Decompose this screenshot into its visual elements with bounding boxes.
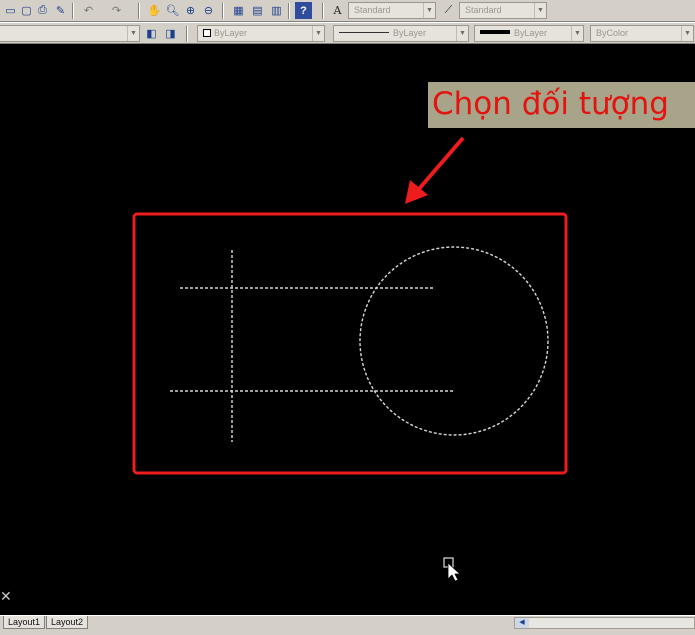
- properties-icon[interactable]: ▦: [230, 2, 247, 19]
- plot-style-control-select[interactable]: ByColor ▼: [590, 25, 694, 42]
- ucs-icon: ✕: [0, 588, 12, 604]
- tab-label: Layout1: [8, 617, 41, 627]
- tab-label: Layout2: [51, 617, 84, 627]
- tab-layout2[interactable]: Layout2: [46, 616, 89, 629]
- text-style-value: Standard: [354, 5, 391, 15]
- dimension-style-select[interactable]: Standard ▼: [459, 2, 547, 19]
- chevron-down-icon: ▼: [127, 26, 139, 41]
- toolbar-separator: [322, 3, 324, 19]
- toolbar-separator: [222, 3, 224, 19]
- make-object-layer-current-icon[interactable]: ◧: [143, 25, 160, 42]
- save-icon[interactable]: ▢: [18, 2, 35, 19]
- zoom-window-icon[interactable]: ⊕: [182, 2, 199, 19]
- drawing-area[interactable]: [0, 44, 695, 615]
- lineweight-preview-icon: [480, 30, 510, 34]
- dimension-style-icon[interactable]: ⟋: [440, 2, 457, 19]
- red-arrow-icon: [405, 136, 465, 204]
- standard-toolbar: ▭ ▢ ⎙ ✎ ↶ ↷ ✋ 🔍︎ ⊕ ⊖ ▦ ▤ ▥ ? A Standard …: [0, 0, 695, 22]
- selected-circle[interactable]: [359, 246, 549, 436]
- scroll-left-icon[interactable]: ◀: [515, 618, 529, 628]
- layer-select[interactable]: ▼: [0, 25, 140, 42]
- chevron-down-icon: ▼: [571, 26, 583, 41]
- chevron-down-icon: ▼: [456, 26, 468, 41]
- lineweight-value: ByLayer: [514, 28, 548, 38]
- linetype-control-select[interactable]: ByLayer ▼: [333, 25, 469, 42]
- toolbar-separator: [72, 3, 74, 19]
- zoom-realtime-icon[interactable]: 🔍︎: [164, 2, 181, 19]
- design-center-icon[interactable]: ▤: [249, 2, 266, 19]
- toolbar-separator: [288, 3, 290, 19]
- callout-text: Chọn đối tượng: [432, 86, 669, 122]
- pan-realtime-icon[interactable]: ✋: [146, 2, 163, 19]
- help-icon[interactable]: ?: [295, 2, 312, 19]
- print-icon[interactable]: ⎙: [34, 2, 51, 19]
- properties-toolbar: ▼ ◧ ◨ ByLayer ▼ ByLayer ▼ ByLayer ▼ ByCo…: [0, 22, 695, 44]
- layer-previous-icon[interactable]: ◨: [162, 25, 179, 42]
- chevron-down-icon: ▼: [534, 3, 546, 18]
- toolbar-separator: [138, 3, 140, 19]
- white-swatch-icon: [203, 29, 211, 37]
- selection-highlight-rectangle: [132, 212, 568, 475]
- layout-tab-strip: Layout1 Layout2 ◀: [0, 615, 695, 635]
- undo-icon[interactable]: ↶: [80, 2, 97, 19]
- chevron-down-icon: ▼: [423, 3, 435, 18]
- text-style-icon[interactable]: A: [329, 2, 346, 19]
- toolbar-separator: [186, 26, 188, 42]
- pickbox-cursor-icon: [443, 557, 462, 582]
- linetype-value: ByLayer: [393, 28, 427, 38]
- annotation-callout: Chọn đối tượng: [428, 82, 695, 128]
- plot-style-value: ByColor: [596, 28, 629, 38]
- tool-palettes-icon[interactable]: ▥: [268, 2, 285, 19]
- horizontal-scrollbar[interactable]: ◀: [514, 617, 695, 629]
- tab-layout1[interactable]: Layout1: [3, 616, 46, 629]
- chevron-down-icon: ▼: [681, 26, 693, 41]
- open-file-icon[interactable]: ▭: [2, 2, 19, 19]
- zoom-previous-icon[interactable]: ⊖: [200, 2, 217, 19]
- model-space-canvas[interactable]: [0, 44, 695, 615]
- match-properties-icon[interactable]: ✎: [52, 2, 69, 19]
- chevron-down-icon: ▼: [312, 26, 324, 41]
- redo-icon[interactable]: ↷: [108, 2, 125, 19]
- dimension-style-value: Standard: [465, 5, 502, 15]
- lineweight-control-select[interactable]: ByLayer ▼: [474, 25, 584, 42]
- color-control-select[interactable]: ByLayer ▼: [197, 25, 325, 42]
- text-style-select[interactable]: Standard ▼: [348, 2, 436, 19]
- linetype-preview-icon: [339, 32, 389, 33]
- color-value: ByLayer: [214, 28, 248, 38]
